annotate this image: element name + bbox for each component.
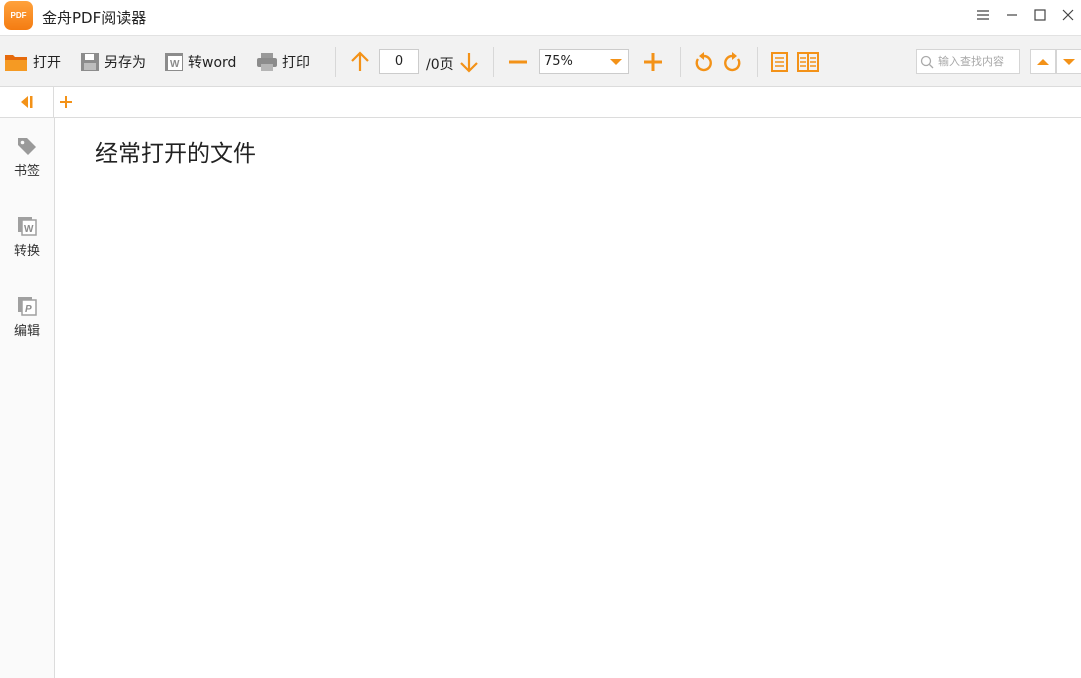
- collapse-left-icon: [20, 96, 32, 108]
- single-page-icon: [771, 52, 788, 72]
- sidebar-item-convert[interactable]: W 转换: [0, 216, 54, 276]
- main-content: 经常打开的文件: [55, 118, 1081, 678]
- arrow-up-icon: [351, 51, 369, 71]
- open-button[interactable]: 打开: [4, 49, 61, 75]
- toolbar-divider: [335, 47, 336, 77]
- zoom-in-button[interactable]: [642, 49, 664, 75]
- rotate-left-icon: [695, 52, 712, 72]
- sidebar: 书签 W 转换 P 编辑: [0, 118, 55, 678]
- svg-text:W: W: [24, 224, 34, 235]
- next-page-button[interactable]: [458, 49, 480, 75]
- close-icon: [1062, 9, 1074, 21]
- prev-page-button[interactable]: [349, 49, 371, 75]
- search-next-button[interactable]: [1056, 49, 1081, 74]
- arrow-down-icon: [460, 53, 478, 73]
- toolbar-divider: [680, 47, 681, 77]
- title-bar: PDF 金舟PDF阅读器: [0, 0, 1081, 35]
- open-label: 打开: [33, 55, 61, 71]
- toolbar: 打开 另存为 W 转word 打印 0 /0页 75% 输入查找内容: [0, 35, 1081, 87]
- maximize-button[interactable]: [1026, 3, 1054, 27]
- folder-icon: [5, 55, 27, 71]
- search-box[interactable]: [916, 49, 1020, 74]
- save-as-label: 另存为: [104, 55, 146, 71]
- print-button[interactable]: 打印: [256, 49, 310, 75]
- tab-bar: [0, 87, 1081, 118]
- tag-icon: [18, 138, 36, 155]
- to-word-button[interactable]: W 转word: [164, 49, 236, 75]
- sidebar-item-label: 书签: [13, 164, 40, 179]
- single-page-view-button[interactable]: [770, 49, 790, 75]
- collapse-sidebar-button[interactable]: [0, 87, 54, 117]
- printer-icon: [257, 53, 277, 71]
- minimize-button[interactable]: [998, 3, 1026, 27]
- page-total: /0页: [426, 57, 454, 73]
- word-icon: W: [165, 53, 183, 71]
- rotate-right-button[interactable]: [721, 49, 743, 75]
- double-page-icon: [797, 52, 819, 72]
- search-prev-button[interactable]: [1030, 49, 1056, 74]
- logo-text: PDF: [10, 11, 27, 20]
- sidebar-item-label: 转换: [13, 244, 40, 259]
- triangle-down-icon: [1063, 58, 1075, 65]
- save-icon: [81, 53, 99, 71]
- pdf-edit-icon: P: [18, 297, 37, 316]
- maximize-icon: [1034, 9, 1046, 21]
- print-label: 打印: [282, 55, 310, 71]
- chevron-down-icon: [610, 59, 622, 65]
- toolbar-divider: [757, 47, 758, 77]
- sidebar-item-label: 编辑: [13, 324, 40, 339]
- add-tab-button[interactable]: [56, 91, 76, 113]
- recent-files-heading: 经常打开的文件: [95, 141, 256, 167]
- word-convert-icon: W: [18, 217, 37, 236]
- close-button[interactable]: [1054, 3, 1081, 27]
- save-as-button[interactable]: 另存为: [80, 49, 146, 75]
- app-title: 金舟PDF阅读器: [42, 9, 147, 27]
- plus-icon: [60, 96, 72, 108]
- zoom-value: 75%: [544, 54, 573, 69]
- minimize-icon: [1007, 14, 1017, 16]
- search-input[interactable]: [938, 55, 1018, 68]
- plus-icon: [644, 53, 662, 71]
- triangle-up-icon: [1037, 58, 1049, 65]
- svg-text:P: P: [25, 304, 32, 315]
- app-logo: PDF: [4, 1, 33, 30]
- search-icon: [920, 55, 934, 68]
- zoom-select[interactable]: 75%: [539, 49, 629, 74]
- rotate-right-icon: [724, 52, 741, 72]
- minus-icon: [509, 60, 527, 64]
- rotate-left-button[interactable]: [693, 49, 715, 75]
- zoom-out-button[interactable]: [507, 49, 529, 75]
- page-number-input[interactable]: 0: [379, 49, 419, 74]
- sidebar-item-edit[interactable]: P 编辑: [0, 296, 54, 356]
- to-word-label: 转word: [188, 55, 237, 71]
- svg-text:W: W: [170, 59, 180, 70]
- sidebar-item-bookmark[interactable]: 书签: [0, 136, 54, 196]
- double-page-view-button[interactable]: [796, 49, 820, 75]
- toolbar-divider: [493, 47, 494, 77]
- menu-icon: [977, 10, 989, 20]
- menu-button[interactable]: [969, 3, 997, 27]
